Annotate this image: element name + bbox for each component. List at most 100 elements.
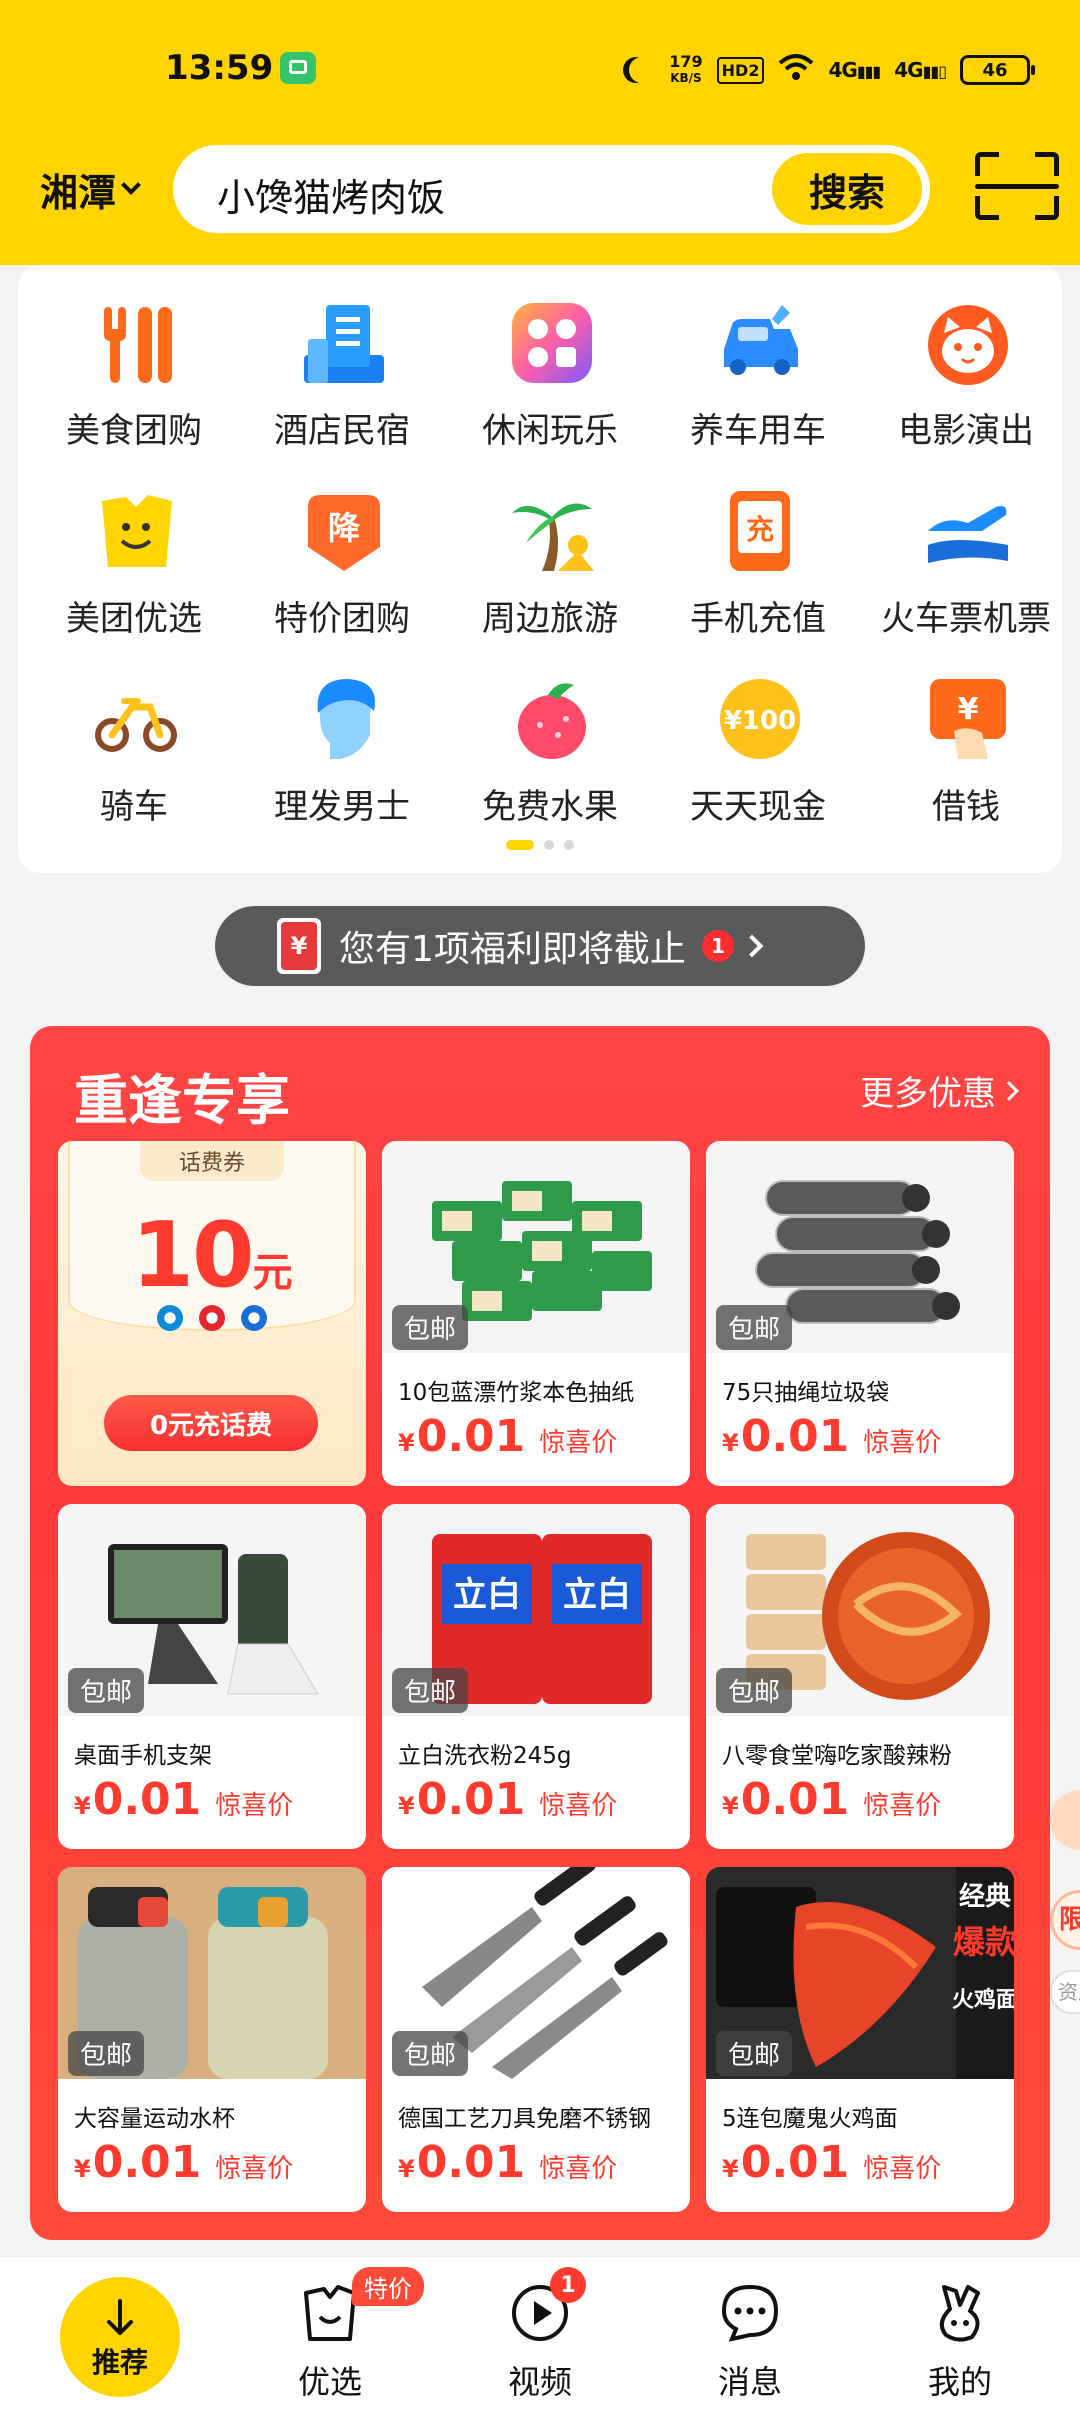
china-mobile-icon bbox=[157, 1305, 183, 1331]
fork-knife-icon bbox=[104, 307, 172, 383]
product-image: 包邮 bbox=[58, 1504, 366, 1716]
category-leisure[interactable]: 休闲玩乐 bbox=[446, 265, 654, 451]
product-card[interactable]: 包邮 桌面手机支架 ¥0.01 惊喜价 bbox=[58, 1504, 366, 1849]
category-youxuan[interactable]: 美团优选 bbox=[30, 453, 238, 639]
rabbit-profile-icon bbox=[939, 2285, 980, 2342]
nav-youxuan[interactable]: 特价 优选 bbox=[222, 2257, 438, 2412]
palm-tree-icon bbox=[512, 503, 594, 571]
category-discount[interactable]: 降 特价团购 bbox=[238, 453, 446, 639]
battery-icon: 46 bbox=[960, 55, 1035, 85]
product-image: 包邮 bbox=[382, 1141, 690, 1353]
nav-profile[interactable]: 我的 bbox=[852, 2257, 1068, 2412]
promo-title: 重逢专享 bbox=[74, 1069, 290, 1132]
floating-activity-widget[interactable]: 限 资质 bbox=[1050, 1790, 1080, 2020]
top-header: 13:59 179 KB/S HD2 4G▮▮▮ 4G▮▮▯ 46 湘潭 小馋猫… bbox=[0, 0, 1080, 265]
status-bar: 13:59 179 KB/S HD2 4G▮▮▮ 4G▮▮▯ 46 bbox=[0, 0, 1080, 140]
product-image: 立白 立白 包邮 bbox=[382, 1504, 690, 1716]
coupon-amount: 10元 bbox=[131, 1203, 293, 1308]
message-app-icon bbox=[280, 52, 316, 84]
more-offers-label: 更多优惠 bbox=[860, 1074, 996, 1114]
nav-messages[interactable]: 消息 bbox=[642, 2257, 858, 2412]
notice-text: 您有1项福利即将截止 bbox=[339, 929, 686, 970]
loan-card-icon: ¥ bbox=[930, 679, 1006, 759]
bicycle-icon bbox=[95, 698, 177, 752]
phone-bill-coupon-card[interactable]: 话费券 10元 0元充话费 bbox=[58, 1141, 366, 1486]
barber-head-icon bbox=[317, 679, 375, 759]
smile-bag-icon bbox=[102, 495, 172, 567]
category-cash[interactable]: ¥100 天天现金 bbox=[654, 641, 862, 827]
product-image: 包邮 bbox=[382, 1867, 690, 2079]
nav-recommend[interactable]: 推荐 bbox=[60, 2277, 180, 2397]
search-input[interactable]: 小馋猫烤肉饭 bbox=[217, 167, 445, 222]
category-loan[interactable]: ¥ 借钱 bbox=[862, 641, 1070, 827]
city-selector[interactable]: 湘潭 bbox=[40, 162, 141, 217]
special-price-badge: 特价 bbox=[352, 2267, 424, 2306]
category-hotel[interactable]: 酒店民宿 bbox=[238, 265, 446, 451]
category-barber[interactable]: 理发男士 bbox=[238, 641, 446, 827]
svg-text:经典: 经典 bbox=[959, 1881, 1011, 1912]
more-offers-link[interactable]: 更多优惠 bbox=[860, 1066, 1019, 1115]
category-car[interactable]: 养车用车 bbox=[654, 265, 862, 451]
category-label: 特价团购 bbox=[274, 599, 410, 639]
product-card[interactable]: 包邮 75只抽绳垃圾袋 ¥0.01 惊喜价 bbox=[706, 1141, 1014, 1486]
product-name: 5连包魔鬼火鸡面 bbox=[722, 2106, 898, 2132]
search-button[interactable]: 搜索 bbox=[772, 153, 922, 225]
page-dot bbox=[544, 840, 554, 850]
category-recharge[interactable]: 充 手机充值 bbox=[654, 453, 862, 639]
product-image: 经典 爆款 火鸡面 包邮 bbox=[706, 1867, 1014, 2079]
product-name: 八零食堂嗨吃家酸辣粉 bbox=[722, 1743, 952, 1769]
svg-text:¥: ¥ bbox=[958, 692, 979, 727]
product-name: 大容量运动水杯 bbox=[74, 2106, 235, 2132]
category-label: 火车票机票 bbox=[881, 599, 1051, 639]
product-card[interactable]: 包邮 10包蓝漂竹浆本色抽纸 ¥0.01 惊喜价 bbox=[382, 1141, 690, 1486]
svg-text:爆款: 爆款 bbox=[953, 1923, 1014, 1961]
category-label: 天天现金 bbox=[690, 787, 826, 827]
product-card[interactable]: 包邮 大容量运动水杯 ¥0.01 惊喜价 bbox=[58, 1867, 366, 2212]
nav-video[interactable]: 1 视频 bbox=[432, 2257, 648, 2412]
product-card[interactable]: 包邮 八零食堂嗨吃家酸辣粉 ¥0.01 惊喜价 bbox=[706, 1504, 1014, 1849]
category-label: 酒店民宿 bbox=[274, 411, 410, 451]
recharge-button[interactable]: 0元充话费 bbox=[104, 1395, 318, 1451]
category-label: 养车用车 bbox=[690, 411, 826, 451]
cat-face-icon bbox=[928, 305, 1008, 385]
status-time: 13:59 bbox=[165, 48, 274, 88]
category-food[interactable]: 美食团购 bbox=[30, 265, 238, 451]
category-movie[interactable]: 电影演出 bbox=[862, 265, 1070, 451]
product-price: ¥0.01 惊喜价 bbox=[74, 2137, 294, 2188]
category-bike[interactable]: 骑车 bbox=[30, 641, 238, 827]
category-train-plane[interactable]: 火车票机票 bbox=[862, 453, 1070, 639]
product-card[interactable]: 经典 爆款 火鸡面 包邮 5连包魔鬼火鸡面 ¥0.01 惊喜价 bbox=[706, 1867, 1014, 2212]
notice-badge: 1 bbox=[701, 930, 734, 962]
category-travel[interactable]: 周边旅游 bbox=[446, 453, 654, 639]
coin-icon: ¥100 bbox=[720, 679, 800, 759]
category-label: 手机充值 bbox=[690, 599, 826, 639]
product-card[interactable]: 包邮 德国工艺刀具免磨不锈钢 ¥0.01 惊喜价 bbox=[382, 1867, 690, 2212]
category-label: 美团优选 bbox=[66, 599, 202, 639]
plane-icon bbox=[928, 506, 1008, 563]
limited-badge: 限 bbox=[1050, 1890, 1080, 1950]
network-speed: 179 KB/S bbox=[669, 54, 702, 86]
search-bar[interactable]: 小馋猫烤肉饭 搜索 bbox=[168, 140, 935, 238]
carrier-logos bbox=[58, 1305, 366, 1331]
page-indicator bbox=[506, 840, 574, 850]
category-fruit[interactable]: 免费水果 bbox=[446, 641, 654, 827]
hd-voice-icon: HD2 bbox=[716, 56, 765, 84]
benefit-notice[interactable]: 您有1项福利即将截止 1 bbox=[215, 906, 865, 986]
bottom-nav: 推荐 特价 优选 1 视频 消息 我的 bbox=[0, 2256, 1080, 2412]
category-label: 美食团购 bbox=[66, 411, 202, 451]
chevron-down-icon bbox=[121, 174, 141, 195]
network-speed-unit: KB/S bbox=[670, 71, 702, 85]
nav-recommend-label: 推荐 bbox=[91, 2346, 148, 2379]
free-shipping-tag: 包邮 bbox=[392, 1668, 469, 1713]
page-dot bbox=[564, 840, 574, 850]
product-name: 立白洗衣粉245g bbox=[398, 1743, 572, 1769]
phone-recharge-icon: 充 bbox=[730, 491, 790, 571]
video-badge: 1 bbox=[550, 2267, 586, 2303]
product-price: ¥0.01 惊喜价 bbox=[398, 1774, 618, 1825]
strawberry-icon bbox=[518, 683, 586, 759]
category-label: 休闲玩乐 bbox=[482, 411, 618, 451]
scan-icon[interactable] bbox=[975, 152, 1080, 232]
product-card[interactable]: 立白 立白 包邮 立白洗衣粉245g ¥0.01 惊喜价 bbox=[382, 1504, 690, 1849]
meituan-home: 13:59 179 KB/S HD2 4G▮▮▮ 4G▮▮▯ 46 湘潭 小馋猫… bbox=[0, 0, 1080, 2412]
free-shipping-tag: 包邮 bbox=[716, 1305, 793, 1350]
